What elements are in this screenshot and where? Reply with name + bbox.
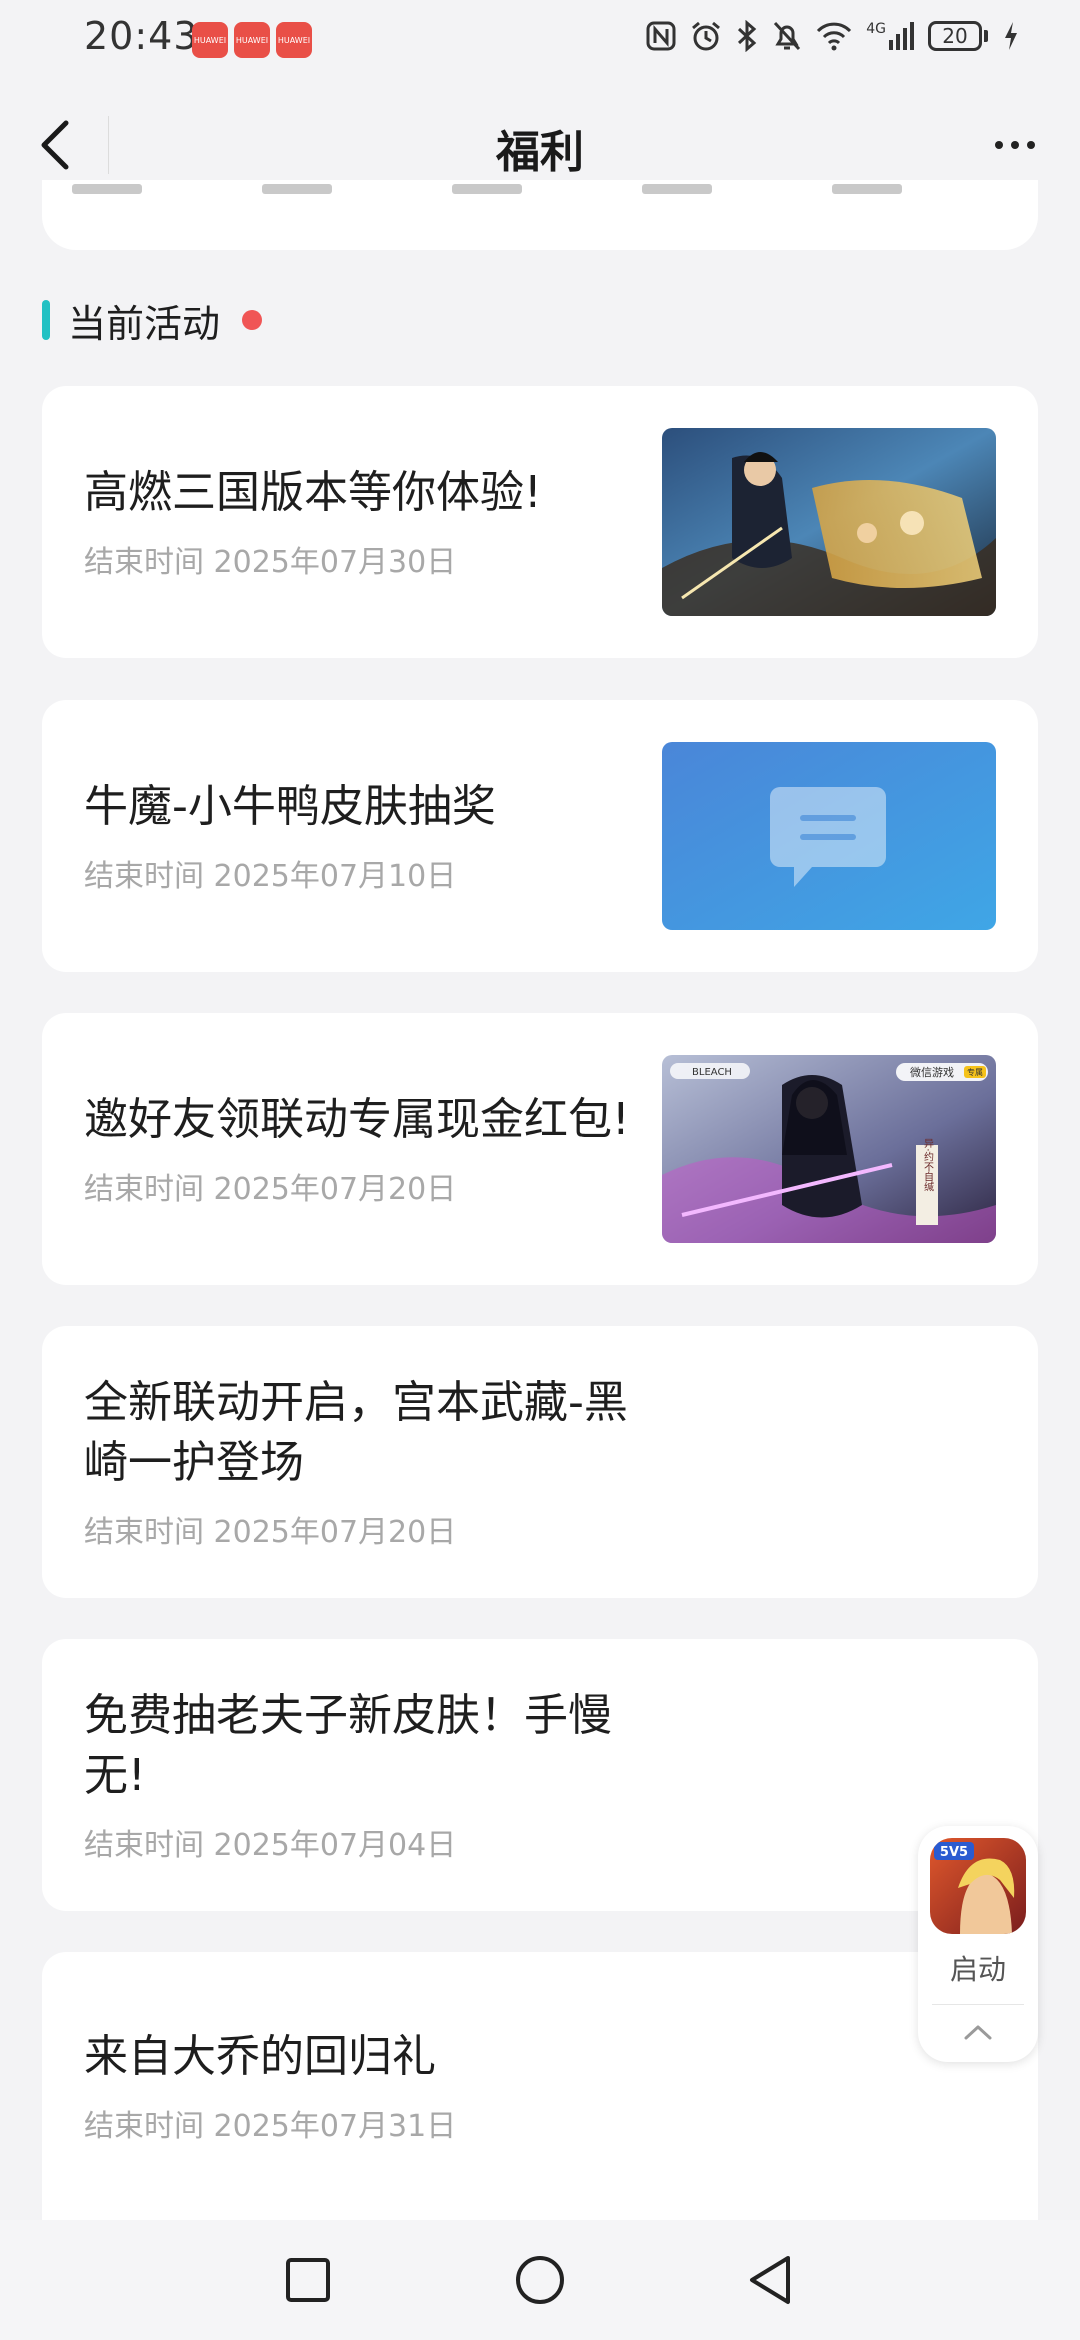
activity-end-time: 结束时间 2025年07月31日: [84, 2109, 457, 2144]
status-icons: 4G 20: [646, 20, 1020, 52]
chevron-up-icon: [964, 2025, 992, 2040]
special-tag-text: 专属: [967, 1067, 983, 1077]
new-indicator-dot: [242, 310, 263, 330]
home-button[interactable]: [508, 2248, 572, 2312]
activity-card[interactable]: 牛魔-小牛鸭皮肤抽奖 结束时间 2025年07月10日: [42, 700, 1038, 972]
huawei-app-icon: HUAWEI: [192, 22, 228, 58]
more-dot-icon: [995, 141, 1003, 149]
card-text: 来自大乔的回归礼 结束时间 2025年07月31日: [84, 1952, 644, 2220]
activity-title: 邀好友领联动专属现金红包!: [84, 1094, 630, 1145]
activity-title: 全新联动开启，宫本武藏-黑崎一护登场: [84, 1377, 628, 1488]
app-badge-text: 5V5: [940, 1845, 968, 1860]
activity-title: 来自大乔的回归礼: [84, 2031, 436, 2082]
activity-card[interactable]: 全新联动开启，宫本武藏-黑崎一护登场 结束时间 2025年07月20日: [42, 1326, 1038, 1598]
recent-apps-button[interactable]: [276, 2248, 340, 2312]
battery-level: 20: [928, 21, 982, 51]
game-app-icon[interactable]: 5V5: [930, 1838, 1026, 1934]
activity-end-time: 结束时间 2025年07月04日: [84, 1828, 457, 1863]
charging-icon: [1005, 22, 1017, 50]
tagline-text: 异·约不自缄: [922, 1138, 934, 1192]
more-options-button[interactable]: [980, 120, 1050, 170]
activity-end-time: 结束时间 2025年07月20日: [84, 1172, 457, 1207]
square-icon: [286, 2258, 330, 2302]
activity-card[interactable]: 来自大乔的回归礼 结束时间 2025年07月31日: [42, 1952, 1038, 2220]
status-time: 20:43: [84, 14, 199, 58]
activity-card[interactable]: 邀好友领联动专属现金红包! 结束时间 2025年07月20日 BLEACH 微信…: [42, 1013, 1038, 1285]
wifi-icon: [817, 22, 852, 51]
alarm-icon: [692, 21, 721, 51]
truncated-content: [72, 180, 902, 200]
divider: [932, 2004, 1024, 2005]
activity-end-time: 结束时间 2025年07月10日: [84, 859, 457, 894]
bluetooth-icon: [738, 20, 757, 52]
section-header: 当前活动: [42, 290, 263, 350]
activity-card[interactable]: 高燃三国版本等你体验! 结束时间 2025年07月30日: [42, 386, 1038, 658]
collab-logo-text: BLEACH: [692, 1067, 732, 1078]
huawei-app-icon: HUAWEI: [234, 22, 270, 58]
card-text: 全新联动开启，宫本武藏-黑崎一护登场 结束时间 2025年07月20日: [84, 1326, 644, 1598]
back-nav-button[interactable]: [738, 2248, 802, 2312]
launch-widget: 5V5 启动: [918, 1826, 1038, 2062]
card-text: 高燃三国版本等你体验! 结束时间 2025年07月30日: [84, 386, 644, 658]
huawei-app-icon: HUAWEI: [276, 22, 312, 58]
notification-badges: HUAWEI HUAWEI HUAWEI: [192, 22, 312, 58]
activity-thumbnail: [662, 742, 996, 930]
nfc-icon: [646, 21, 676, 51]
card-text: 邀好友领联动专属现金红包! 结束时间 2025年07月20日: [84, 1013, 644, 1285]
status-bar: 20:43 HUAWEI HUAWEI HUAWEI 4G 20: [0, 0, 1080, 80]
system-nav-bar: [0, 2220, 1080, 2340]
previous-card: [42, 180, 1038, 250]
activity-end-time: 结束时间 2025年07月30日: [84, 545, 457, 580]
launch-label[interactable]: 启动: [918, 1948, 1038, 1988]
wechat-game-text: 微信游戏: [910, 1065, 954, 1079]
card-text: 牛魔-小牛鸭皮肤抽奖 结束时间 2025年07月10日: [84, 700, 644, 972]
activity-title: 高燃三国版本等你体验!: [84, 467, 542, 518]
card-text: 免费抽老夫子新皮肤！手慢无! 结束时间 2025年07月04日: [84, 1639, 644, 1911]
activity-title: 牛魔-小牛鸭皮肤抽奖: [84, 781, 496, 832]
more-dot-icon: [1027, 141, 1035, 149]
activity-thumbnail: [662, 428, 996, 616]
mute-bell-icon: [774, 21, 801, 51]
battery-icon: 20: [928, 21, 988, 51]
more-dot-icon: [1011, 141, 1019, 149]
activity-title: 免费抽老夫子新皮肤！手慢无!: [84, 1690, 612, 1801]
activity-thumbnail: BLEACH 微信游戏 专属 异·约不自缄: [662, 1055, 996, 1243]
collapse-button[interactable]: [948, 2012, 1008, 2052]
cellular-signal-icon: 4G: [866, 22, 914, 50]
activity-card[interactable]: 免费抽老夫子新皮肤！手慢无! 结束时间 2025年07月04日: [42, 1639, 1038, 1911]
page-title: 福利: [496, 127, 584, 178]
activity-end-time: 结束时间 2025年07月20日: [84, 1515, 457, 1550]
triangle-back-icon: [750, 2256, 790, 2304]
section-accent-bar: [42, 300, 50, 340]
section-title: 当前活动: [68, 301, 221, 346]
circle-icon: [516, 2256, 564, 2304]
